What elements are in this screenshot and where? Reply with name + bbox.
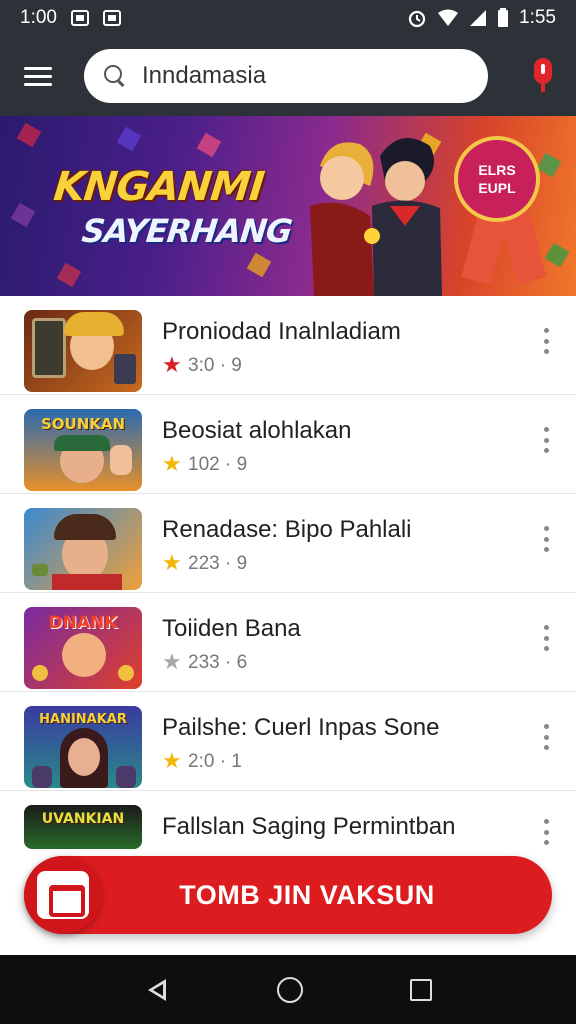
list-item[interactable]: HANINAKAR Pailshe: Cuerl Inpas Sone ★ 2:… — [0, 692, 576, 791]
banner-badge: ELRS EUPL — [454, 136, 540, 222]
app-bar: Inndamasia — [0, 36, 576, 116]
star-icon: ★ — [162, 550, 182, 575]
game-thumbnail: DNANK — [24, 607, 142, 689]
more-options-icon[interactable] — [542, 526, 550, 552]
thumbnail-title: HANINAKAR — [39, 712, 127, 727]
banner-logo-subtitle: SAYERHANG — [80, 212, 294, 250]
game-list: Proniodad Inalnladiam ★ 3:0 · 9 SOUNKAN … — [0, 296, 576, 890]
thumbnail-title: SOUNKAN — [40, 415, 126, 433]
search-icon — [104, 65, 126, 87]
promo-banner[interactable]: KNGANMI SAYERHANG ELRS EUPL — [0, 116, 576, 296]
star-icon: ★ — [162, 748, 182, 773]
banner-badge-line2: EUPL — [478, 180, 516, 196]
more-options-icon[interactable] — [542, 625, 550, 651]
game-title: Pailshe: Cuerl Inpas Sone — [162, 714, 440, 741]
game-rating: 223 · 9 — [188, 553, 248, 574]
status-bar: 1:00 1:55 — [0, 0, 576, 36]
game-rating: 102 · 9 — [188, 454, 248, 475]
list-item[interactable]: Proniodad Inalnladiam ★ 3:0 · 9 — [0, 296, 576, 395]
status-time-left: 1:00 — [20, 7, 57, 28]
more-options-icon[interactable] — [542, 328, 550, 354]
star-icon: ★ — [162, 649, 182, 674]
recent-apps-icon[interactable] — [410, 978, 433, 1001]
list-item[interactable]: DNANK Toiiden Bana ★ 233 · 6 — [0, 593, 576, 692]
signal-icon — [470, 10, 487, 26]
more-options-icon[interactable] — [542, 427, 550, 453]
game-title: Toiiden Bana — [162, 615, 301, 642]
home-icon[interactable] — [276, 976, 303, 1003]
list-item[interactable]: Renadase: Bipo Pahlali ★ 223 · 9 — [0, 494, 576, 593]
game-thumbnail: SOUNKAN — [24, 409, 142, 491]
list-item[interactable]: SOUNKAN Beosiat alohlakan ★ 102 · 9 — [0, 395, 576, 494]
more-options-icon[interactable] — [542, 724, 550, 750]
notification-icon — [70, 10, 89, 26]
more-options-icon[interactable] — [542, 819, 550, 845]
star-icon: ★ — [162, 352, 182, 377]
wifi-icon — [438, 9, 459, 26]
game-thumbnail: UVANKIAN — [24, 805, 142, 849]
banner-badge-line1: ELRS — [478, 162, 516, 178]
game-title: Renadase: Bipo Pahlali — [162, 516, 412, 543]
search-input[interactable]: Inndamasia — [84, 49, 488, 103]
game-rating: 3:0 · 9 — [188, 355, 242, 376]
game-thumbnail — [24, 508, 142, 590]
game-rating: 2:0 · 1 — [188, 751, 242, 772]
thumbnail-title: UVANKIAN — [41, 811, 125, 827]
banner-heroes-illustration — [310, 138, 442, 296]
microphone-icon[interactable] — [528, 56, 558, 96]
primary-action-button[interactable]: TOMB JIN VAKSUN — [24, 856, 552, 934]
menu-icon[interactable] — [18, 56, 58, 96]
primary-action-label: TOMB JIN VAKSUN — [179, 879, 435, 910]
game-rating: 233 · 6 — [188, 652, 248, 673]
game-title: Fallslan Saging Permintban — [162, 813, 456, 840]
notification-icon — [102, 10, 121, 26]
game-thumbnail: HANINAKAR — [24, 706, 142, 788]
alarm-icon — [408, 10, 426, 28]
gift-box-icon[interactable] — [24, 856, 102, 934]
game-title: Proniodad Inalnladiam — [162, 318, 401, 345]
banner-logo-title: KNGANMI — [51, 164, 266, 210]
back-icon[interactable] — [144, 977, 170, 1003]
game-title: Beosiat alohlakan — [162, 417, 352, 444]
game-thumbnail — [24, 310, 142, 392]
star-icon: ★ — [162, 451, 182, 476]
search-query: Inndamasia — [142, 62, 267, 89]
status-time-right: 1:55 — [519, 7, 556, 28]
thumbnail-title: DNANK — [48, 613, 118, 633]
battery-icon — [498, 8, 509, 27]
system-navigation-bar — [0, 955, 576, 1024]
